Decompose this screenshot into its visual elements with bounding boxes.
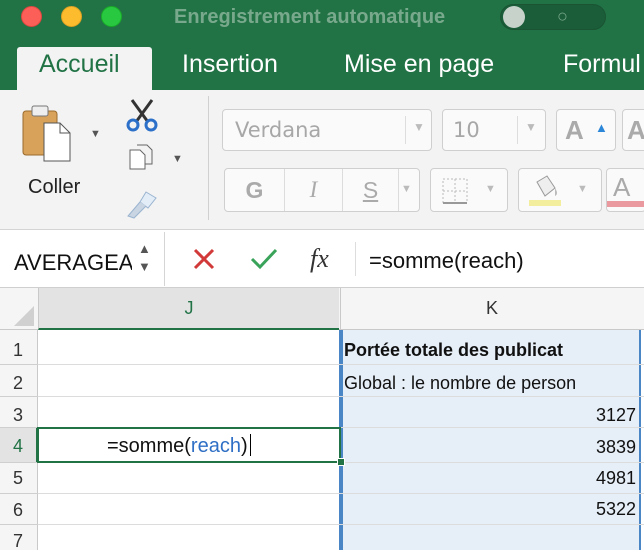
increase-font-button[interactable]: A ▲ (556, 109, 616, 151)
copy-icon[interactable] (128, 144, 156, 172)
row-header-gridline (0, 462, 38, 463)
fill-color-icon (529, 175, 561, 206)
minimize-window-button[interactable] (61, 6, 82, 27)
font-color-swatch (607, 201, 644, 207)
chevron-down-icon: ▼ (413, 120, 425, 134)
cell-k4[interactable]: 3839 (344, 437, 636, 458)
increase-font-glyph: A (565, 115, 584, 145)
cell-edit-suffix: ) (240, 435, 248, 457)
font-name-select[interactable]: Verdana ▼ (222, 109, 432, 151)
name-box-stepper-icon[interactable]: ▲ ▼ (138, 240, 151, 276)
paste-label[interactable]: Coller (28, 176, 80, 199)
row-header-gridline (0, 524, 38, 525)
row-gridline (38, 396, 644, 397)
italic-button[interactable]: I (285, 169, 343, 211)
cell-k6[interactable]: 5322 (344, 499, 636, 520)
row-header-5[interactable]: 5 (0, 468, 36, 489)
column-header-j[interactable]: J (38, 288, 339, 330)
bold-button[interactable]: G (225, 169, 285, 211)
text-caret (249, 434, 251, 456)
ribbon-separator (208, 96, 209, 220)
paste-icon[interactable] (22, 103, 74, 163)
chevron-down-icon: ▼ (577, 183, 588, 195)
column-header-k[interactable]: K (340, 288, 644, 330)
row-header-gridline (0, 427, 38, 428)
font-size-value: 10 (453, 118, 480, 142)
enter-icon[interactable] (250, 247, 278, 271)
cell-k5[interactable]: 4981 (344, 468, 636, 489)
row-header-6[interactable]: 6 (0, 500, 36, 521)
caret-up-icon: ▲ (595, 120, 608, 135)
decrease-font-button[interactable]: A (622, 109, 644, 151)
cancel-icon[interactable] (192, 247, 216, 271)
scissors-icon[interactable] (124, 98, 160, 132)
border-icon (442, 178, 468, 204)
font-color-icon: A (613, 172, 631, 202)
fill-handle[interactable] (337, 458, 345, 466)
font-name-value: Verdana (235, 118, 322, 142)
row-header-7[interactable]: 7 (0, 531, 36, 552)
field-divider (405, 116, 406, 144)
row-header-2[interactable]: 2 (0, 373, 36, 394)
row-gridline (38, 364, 644, 365)
row-header-gridline (0, 493, 38, 494)
name-box[interactable]: AVERAGEA (14, 250, 132, 276)
font-color-button[interactable]: A (606, 168, 644, 212)
row-header-4[interactable]: 4 (0, 436, 36, 457)
font-size-select[interactable]: 10 ▼ (442, 109, 546, 151)
tab-mise-en-page[interactable]: Mise en page (344, 50, 494, 79)
copy-dropdown-arrow[interactable]: ▼ (172, 153, 183, 165)
paste-dropdown-arrow[interactable]: ▼ (90, 128, 101, 140)
font-style-group: G I S ▼ (224, 168, 420, 212)
format-painter-icon[interactable] (124, 190, 160, 220)
chevron-down-icon: ▼ (485, 183, 496, 195)
insert-function-icon[interactable]: fx (310, 244, 329, 274)
row-header-1[interactable]: 1 (0, 340, 36, 361)
formula-bar-separator (355, 242, 356, 276)
row-gridline (38, 493, 644, 494)
tab-insertion[interactable]: Insertion (182, 50, 278, 79)
column-label-k: K (486, 298, 499, 318)
autosave-label: Enregistrement automatique (174, 6, 446, 28)
cell-k1[interactable]: Portée totale des publicat (344, 340, 636, 361)
toggle-off-indicator: ○ (557, 6, 568, 26)
cell-edit-prefix: =somme( (107, 435, 191, 457)
chevron-down-icon: ▼ (525, 120, 537, 134)
tab-accueil[interactable]: Accueil (39, 50, 120, 79)
tab-formules[interactable]: Formul (563, 50, 641, 79)
formula-bar-separator (164, 232, 165, 286)
fill-color-button[interactable]: ▼ (518, 168, 602, 212)
underline-dropdown-arrow[interactable]: ▼ (401, 183, 412, 195)
field-divider (517, 116, 518, 144)
row-header-gridline (0, 396, 38, 397)
autosave-toggle[interactable]: ○ (500, 4, 606, 30)
toggle-knob (503, 6, 525, 28)
cell-k2[interactable]: Global : le nombre de person (344, 373, 636, 394)
formula-input[interactable]: =somme(reach) (369, 248, 524, 274)
close-window-button[interactable] (21, 6, 42, 27)
decrease-font-glyph: A (627, 115, 644, 145)
select-all-corner[interactable] (0, 288, 38, 330)
row-gridline (38, 524, 644, 525)
cell-edit-text[interactable]: =somme(reach) (107, 434, 251, 458)
row-header-3[interactable]: 3 (0, 405, 36, 426)
cell-edit-reference: reach (190, 435, 241, 457)
zoom-window-button[interactable] (101, 6, 122, 27)
row-header-gridline (0, 364, 38, 365)
cell-k3[interactable]: 3127 (344, 405, 636, 426)
underline-button[interactable]: S (343, 169, 399, 211)
column-label-j: J (184, 298, 194, 318)
borders-button[interactable]: ▼ (430, 168, 508, 212)
